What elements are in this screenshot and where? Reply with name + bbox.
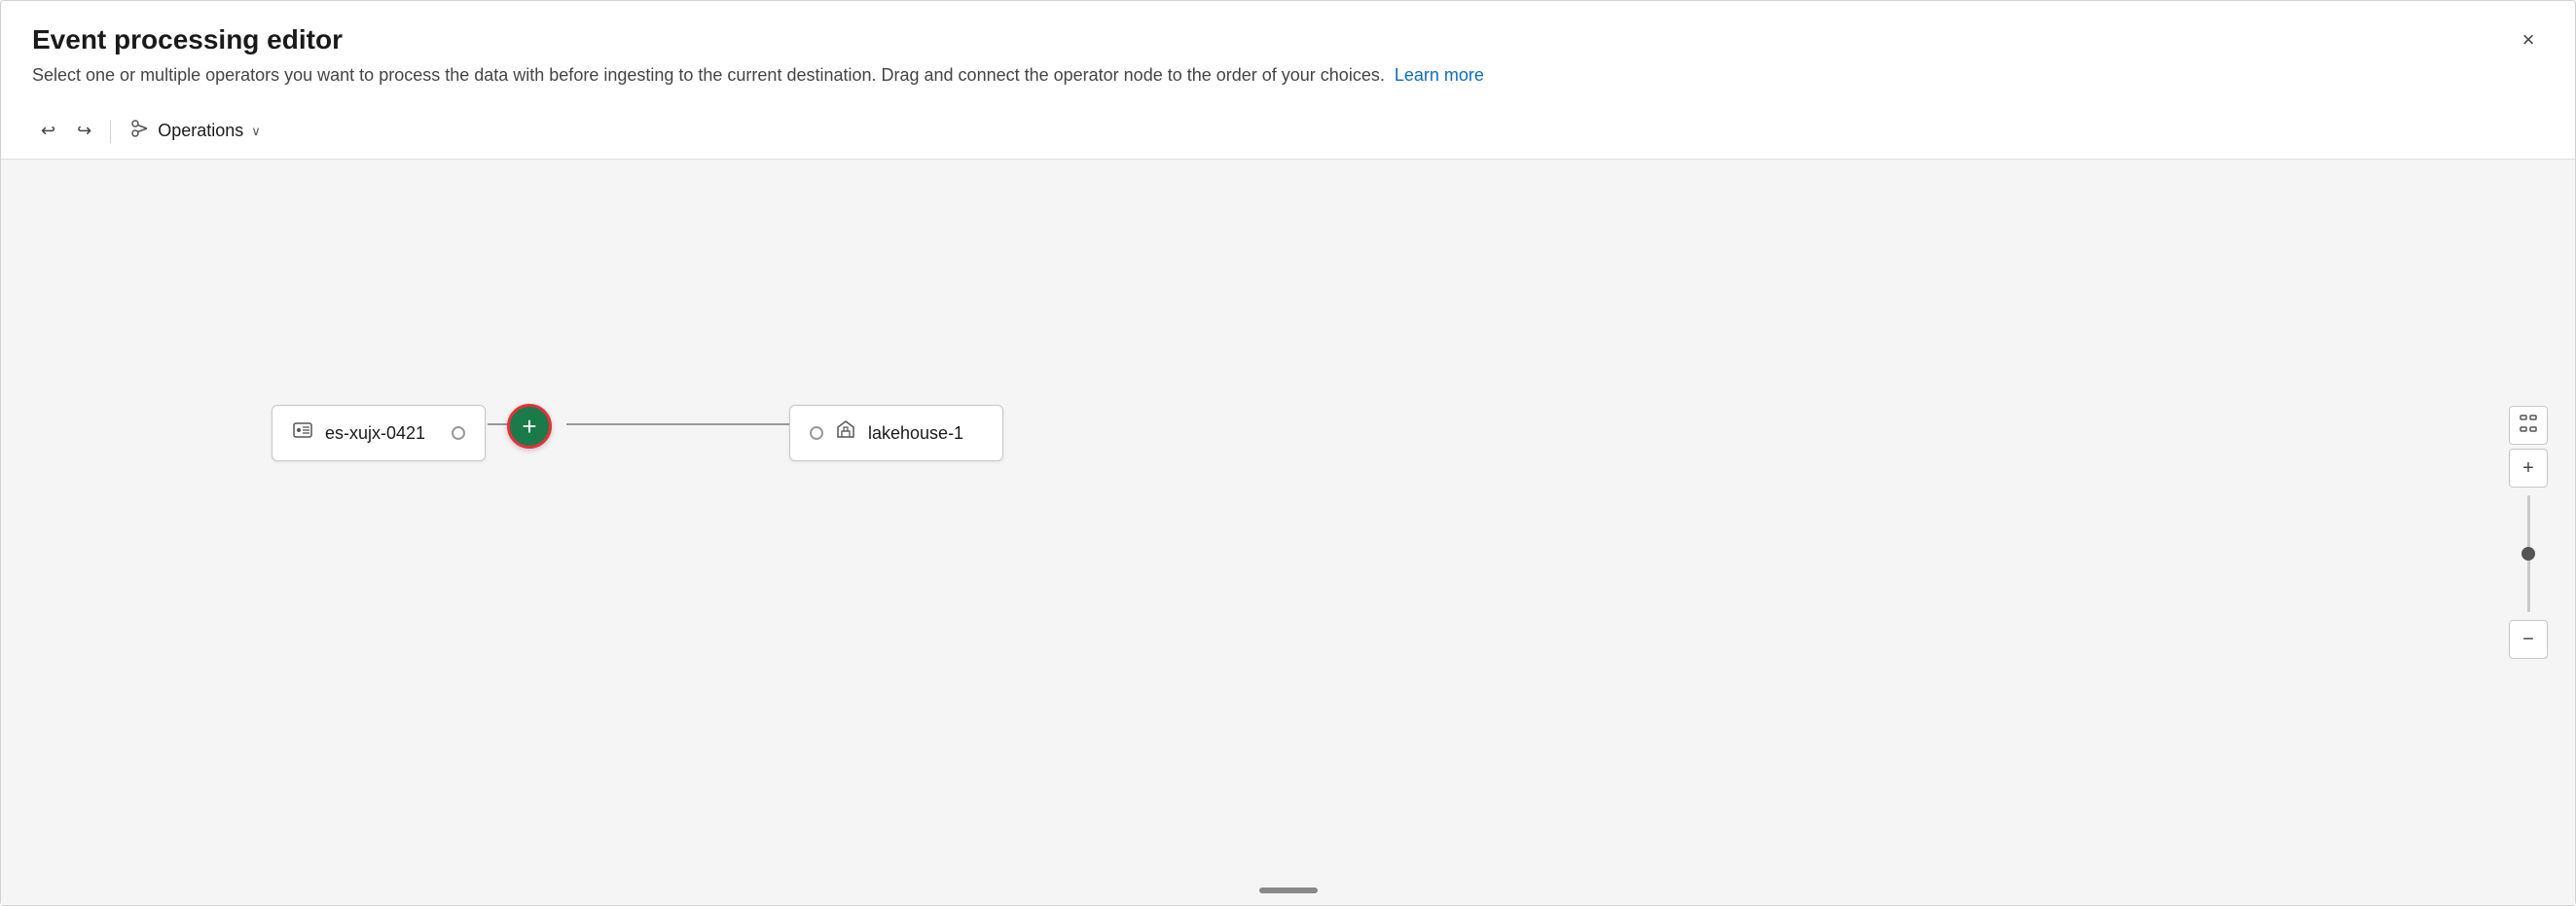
close-button[interactable]: × — [2509, 20, 2548, 59]
source-node-output — [452, 426, 465, 440]
zoom-controls: + − — [2509, 406, 2548, 659]
canvas-area: es-xujx-0421 + lakehouse-1 — [1, 160, 2575, 905]
operations-button[interactable]: Operations ∨ — [121, 113, 271, 149]
zoom-in-button[interactable]: + — [2509, 449, 2548, 488]
dialog-subtitle: Select one or multiple operators you wan… — [32, 63, 2544, 88]
toolbar: ↩ ↪ Operations ∨ — [1, 103, 2575, 160]
destination-node: lakehouse-1 — [789, 405, 1003, 461]
zoom-in-icon: + — [2522, 457, 2534, 480]
zoom-slider-thumb[interactable] — [2522, 547, 2535, 561]
source-node-label: es-xujx-0421 — [325, 423, 425, 444]
connector-svg — [1, 160, 2575, 905]
add-button-wrapper: + — [507, 404, 552, 449]
dialog-header: Event processing editor Select one or mu… — [1, 1, 2575, 103]
zoom-slider[interactable] — [2527, 491, 2530, 616]
operations-label: Operations — [158, 121, 243, 141]
toolbar-divider — [110, 120, 111, 143]
scroll-handle — [1259, 888, 1318, 893]
operations-icon — [130, 119, 150, 143]
add-operation-button[interactable]: + — [507, 404, 552, 449]
event-processing-editor-dialog: × Event processing editor Select one or … — [0, 0, 2576, 906]
undo-icon: ↩ — [41, 121, 55, 141]
destination-node-icon — [835, 419, 856, 447]
source-node: es-xujx-0421 — [272, 405, 486, 461]
dialog-title: Event processing editor — [32, 24, 2544, 55]
source-node-icon — [292, 419, 313, 447]
zoom-slider-track — [2527, 495, 2530, 612]
undo-button[interactable]: ↩ — [32, 114, 64, 148]
learn-more-link[interactable]: Learn more — [1395, 65, 1484, 85]
zoom-fit-button[interactable] — [2509, 406, 2548, 445]
chevron-down-icon: ∨ — [251, 124, 261, 139]
zoom-fit-icon — [2519, 414, 2538, 438]
redo-button[interactable]: ↪ — [68, 114, 100, 148]
zoom-out-button[interactable]: − — [2509, 620, 2548, 659]
destination-node-label: lakehouse-1 — [868, 423, 963, 444]
zoom-out-icon: − — [2522, 629, 2534, 651]
plus-icon: + — [522, 412, 536, 442]
destination-node-input — [810, 426, 823, 440]
redo-icon: ↪ — [77, 121, 91, 141]
